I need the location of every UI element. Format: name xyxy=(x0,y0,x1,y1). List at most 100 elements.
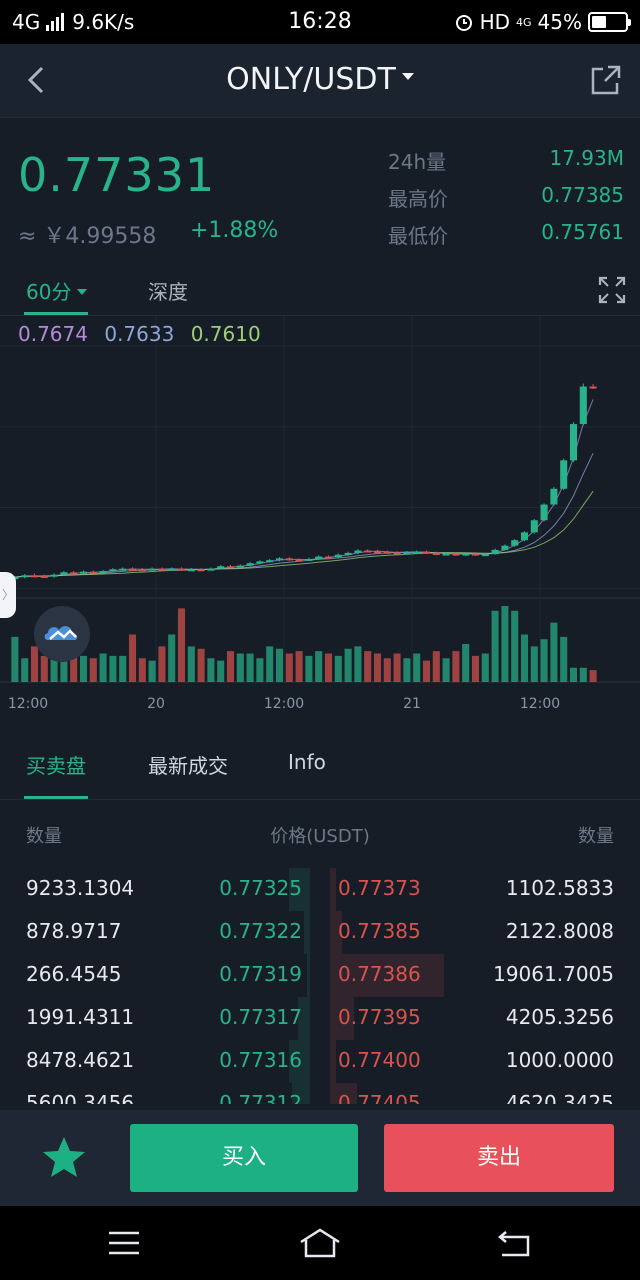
pair-selector[interactable]: ONLY/USDT xyxy=(0,62,640,97)
volume-bar xyxy=(148,660,156,682)
tab-latest-trades[interactable]: 最新成交 xyxy=(148,750,228,779)
candle-body xyxy=(334,554,342,558)
tab-depth[interactable]: 深度 xyxy=(148,276,188,305)
stat-value: 0.77385 xyxy=(541,183,624,207)
ask-qty: 4205.3256 xyxy=(505,1005,614,1029)
candle-body xyxy=(383,551,391,554)
candle-body xyxy=(275,558,284,561)
candle-body xyxy=(226,566,235,569)
candle-body xyxy=(393,552,401,555)
candle-body xyxy=(285,558,293,561)
orderbook-row[interactable]: 266.4545 0.77319 0.77386 19061.7005 xyxy=(0,954,640,997)
volume-bar xyxy=(187,646,195,682)
battery-icon xyxy=(588,12,631,32)
volume-bar xyxy=(275,648,284,682)
tab-underline xyxy=(24,312,88,315)
candle-body xyxy=(462,553,470,556)
home-icon[interactable] xyxy=(298,1226,342,1260)
market-tabs: 买卖盘 最新成交 Info xyxy=(0,726,640,800)
volume-bar xyxy=(315,651,323,682)
share-icon[interactable] xyxy=(590,64,622,96)
bid-price: 0.77312 xyxy=(219,1091,302,1104)
ma-line-3 xyxy=(14,490,594,578)
orderbook-row[interactable]: 5600.3456 0.77312 0.77405 4620.3425 xyxy=(0,1083,640,1104)
sell-button[interactable]: 卖出 xyxy=(384,1124,614,1192)
fullscreen-icon[interactable] xyxy=(598,276,626,304)
volume-bar xyxy=(305,655,313,682)
last-price: 0.77331 xyxy=(18,148,216,202)
x-tick-label: 12:00 xyxy=(264,696,304,712)
candle-body xyxy=(158,568,166,571)
tab-orderbook[interactable]: 买卖盘 xyxy=(26,750,86,779)
ask-depth-bar xyxy=(330,868,336,911)
candle-body xyxy=(481,554,489,557)
interval-selector[interactable]: 60分 xyxy=(26,276,88,305)
ask-price: 0.77373 xyxy=(338,876,421,900)
x-tick-label: 20 xyxy=(147,696,165,712)
volume-bar xyxy=(373,653,382,682)
star-icon[interactable] xyxy=(40,1134,88,1182)
volume-bar xyxy=(246,653,254,682)
orderbook-row[interactable]: 1991.4311 0.77317 0.77395 4205.3256 xyxy=(0,997,640,1040)
volume-bar xyxy=(11,636,19,682)
buy-button[interactable]: 买入 xyxy=(130,1124,358,1192)
volume-bar xyxy=(452,651,460,682)
volume-bar xyxy=(109,655,117,682)
ticker-panel: 0.77331 ≈ ￥4.99558 +1.88% 24h量 17.93M 最高… xyxy=(0,118,640,260)
x-tick-label: 12:00 xyxy=(8,696,48,712)
header-price: 价格(USDT) xyxy=(270,826,370,847)
stat-label: 最低价 xyxy=(388,224,448,248)
volume-bar xyxy=(197,648,205,682)
volume-bar xyxy=(168,634,176,682)
ma-value-2: 0.7633 xyxy=(104,322,175,346)
alarm-icon xyxy=(455,15,472,31)
volume-bar xyxy=(491,610,499,682)
candle-body xyxy=(530,520,538,533)
volume-bar xyxy=(413,653,421,682)
ma-value-1: 0.7674 xyxy=(18,322,88,346)
kline-chart[interactable]: 12:00 20 12:00 21 12:00 0.7674 0.7633 0.7610… xyxy=(0,316,640,726)
ma-line-2 xyxy=(14,452,594,578)
volume-bar xyxy=(226,651,235,682)
candle-body xyxy=(119,568,127,571)
candle-body xyxy=(99,571,107,574)
ma-line-1 xyxy=(14,399,594,578)
price-change: +1.88% xyxy=(190,218,279,243)
volume-bar xyxy=(266,646,274,682)
candle-body xyxy=(256,561,264,564)
volume-bar xyxy=(256,658,264,682)
orderbook-row[interactable]: 878.9717 0.77322 0.77385 2122.8008 xyxy=(0,911,640,954)
menu-icon[interactable] xyxy=(106,1226,142,1260)
candle-body xyxy=(148,568,156,571)
candle-body xyxy=(236,565,244,568)
kline-svg[interactable]: 12:00 20 12:00 21 12:00 xyxy=(0,316,640,726)
candle-body xyxy=(550,488,558,505)
candle-body xyxy=(354,550,362,553)
candle-body xyxy=(70,572,78,575)
bid-price: 0.77317 xyxy=(219,1005,302,1029)
volume-bar xyxy=(530,646,538,682)
pair-title: ONLY/USDT xyxy=(226,62,396,97)
candle-body xyxy=(315,556,323,559)
candle-body xyxy=(324,556,333,559)
orderbook-row[interactable]: 9233.1304 0.77325 0.77373 1102.5833 xyxy=(0,868,640,911)
volume-bar xyxy=(471,655,480,682)
back-arrow-icon[interactable] xyxy=(496,1226,532,1260)
x-tick-label: 21 xyxy=(403,696,421,712)
bid-depth-bar xyxy=(307,954,310,997)
orderbook-row[interactable]: 8478.4621 0.77316 0.77400 1000.0000 xyxy=(0,1040,640,1083)
ask-qty: 1000.0000 xyxy=(505,1048,614,1072)
kline-toolbar: 60分 深度 xyxy=(0,260,640,316)
tab-info[interactable]: Info xyxy=(288,750,326,774)
side-drawer-handle[interactable]: 〉 xyxy=(0,572,16,618)
orderbook-header: 数量 价格(USDT) 数量 xyxy=(0,822,640,852)
volume-bar xyxy=(128,634,137,682)
candle-body xyxy=(187,569,195,572)
candle-body xyxy=(540,504,548,521)
candle-body xyxy=(511,540,519,546)
bid-price: 0.77325 xyxy=(219,876,302,900)
logo-watermark xyxy=(34,606,90,662)
candle-body xyxy=(109,569,117,572)
interval-label: 60分 xyxy=(26,280,72,304)
candle-body xyxy=(560,460,568,489)
